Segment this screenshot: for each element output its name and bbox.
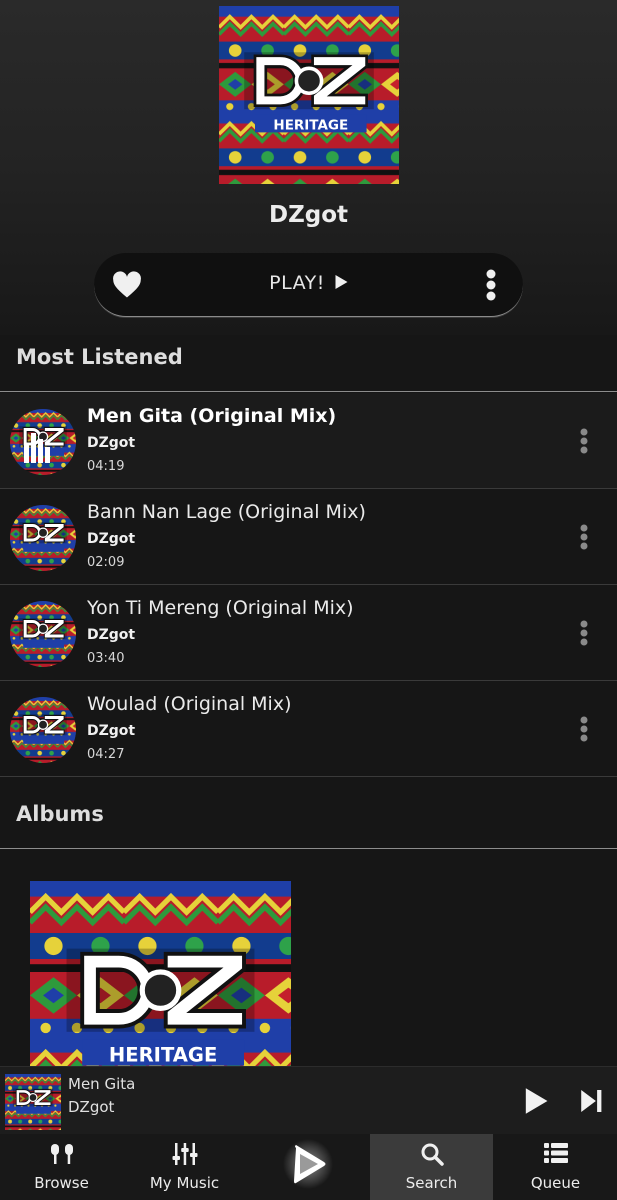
- track-row[interactable]: Woulad (Original Mix) DZgot 04:27: [0, 681, 617, 777]
- play-icon[interactable]: [523, 1087, 549, 1115]
- queue-list-icon: [543, 1142, 568, 1168]
- track-artist: DZgot: [87, 531, 136, 547]
- track-duration: 02:09: [87, 555, 125, 570]
- nav-home-logo[interactable]: [246, 1134, 369, 1200]
- skip-next-icon[interactable]: [580, 1088, 602, 1114]
- nav-queue[interactable]: Queue: [494, 1134, 617, 1200]
- section-divider: [0, 391, 617, 392]
- mini-player[interactable]: Men Gita DZgot: [0, 1066, 617, 1134]
- track-title: Bann Nan Lage (Original Mix): [87, 501, 366, 523]
- mini-player-artwork: [5, 1074, 61, 1130]
- track-row[interactable]: Yon Ti Mereng (Original Mix) DZgot 03:40: [0, 585, 617, 681]
- nav-queue-label: Queue: [530, 1174, 581, 1192]
- search-icon: [420, 1142, 444, 1170]
- track-row[interactable]: Bann Nan Lage (Original Mix) DZgot 02:09: [0, 489, 617, 585]
- app-logo-icon: [282, 1138, 334, 1194]
- track-artist: DZgot: [87, 723, 136, 739]
- track-title: Woulad (Original Mix): [87, 693, 292, 715]
- track-artwork: [10, 697, 76, 763]
- mini-player-title: Men Gita: [68, 1075, 136, 1093]
- now-playing-icon: [20, 419, 66, 465]
- section-divider: [0, 848, 617, 849]
- album-artwork-label: HERITAGE: [109, 1044, 217, 1067]
- play-triangle-icon: [335, 272, 348, 294]
- browse-icon: [50, 1142, 74, 1170]
- equalizer-icon: [172, 1142, 198, 1170]
- nav-search-label: Search: [405, 1174, 458, 1192]
- track-more-icon[interactable]: [578, 428, 590, 454]
- mini-player-artist: DZgot: [68, 1098, 115, 1116]
- track-duration: 04:27: [87, 747, 125, 762]
- albums-heading: Albums: [16, 802, 104, 826]
- track-more-icon[interactable]: [578, 716, 590, 742]
- play-all-button[interactable]: PLAY!: [94, 272, 523, 294]
- track-duration: 04:19: [87, 459, 125, 474]
- album-card[interactable]: HERITAGE: [30, 881, 291, 1067]
- nav-my-music-label: My Music: [149, 1174, 220, 1192]
- track-title: Yon Ti Mereng (Original Mix): [87, 597, 354, 619]
- nav-browse[interactable]: Browse: [0, 1134, 123, 1200]
- track-title: Men Gita (Original Mix): [87, 405, 337, 427]
- nav-search[interactable]: Search: [370, 1134, 493, 1200]
- play-all-label: PLAY!: [269, 272, 325, 294]
- track-artwork: [10, 601, 76, 667]
- play-bar: PLAY!: [94, 253, 523, 317]
- artist-name: DZgot: [268, 202, 349, 228]
- nav-browse-label: Browse: [34, 1174, 89, 1192]
- track-more-icon[interactable]: [578, 620, 590, 646]
- artist-artwork: HERITAGE: [219, 6, 399, 184]
- track-more-icon[interactable]: [578, 524, 590, 550]
- track-duration: 03:40: [87, 651, 125, 666]
- most-listened-heading: Most Listened: [16, 345, 183, 369]
- track-row[interactable]: Men Gita (Original Mix) DZgot 04:19: [0, 393, 617, 489]
- artwork-label: HERITAGE: [273, 119, 348, 134]
- more-vertical-icon[interactable]: [485, 269, 497, 301]
- track-artist: DZgot: [87, 627, 136, 643]
- track-artist: DZgot: [87, 435, 136, 451]
- track-artwork: [10, 505, 76, 571]
- nav-my-music[interactable]: My Music: [123, 1134, 246, 1200]
- bottom-navigation: Browse My Music Search Queue: [0, 1134, 617, 1200]
- artist-header: HERITAGE DZgot PLAY!: [0, 0, 617, 335]
